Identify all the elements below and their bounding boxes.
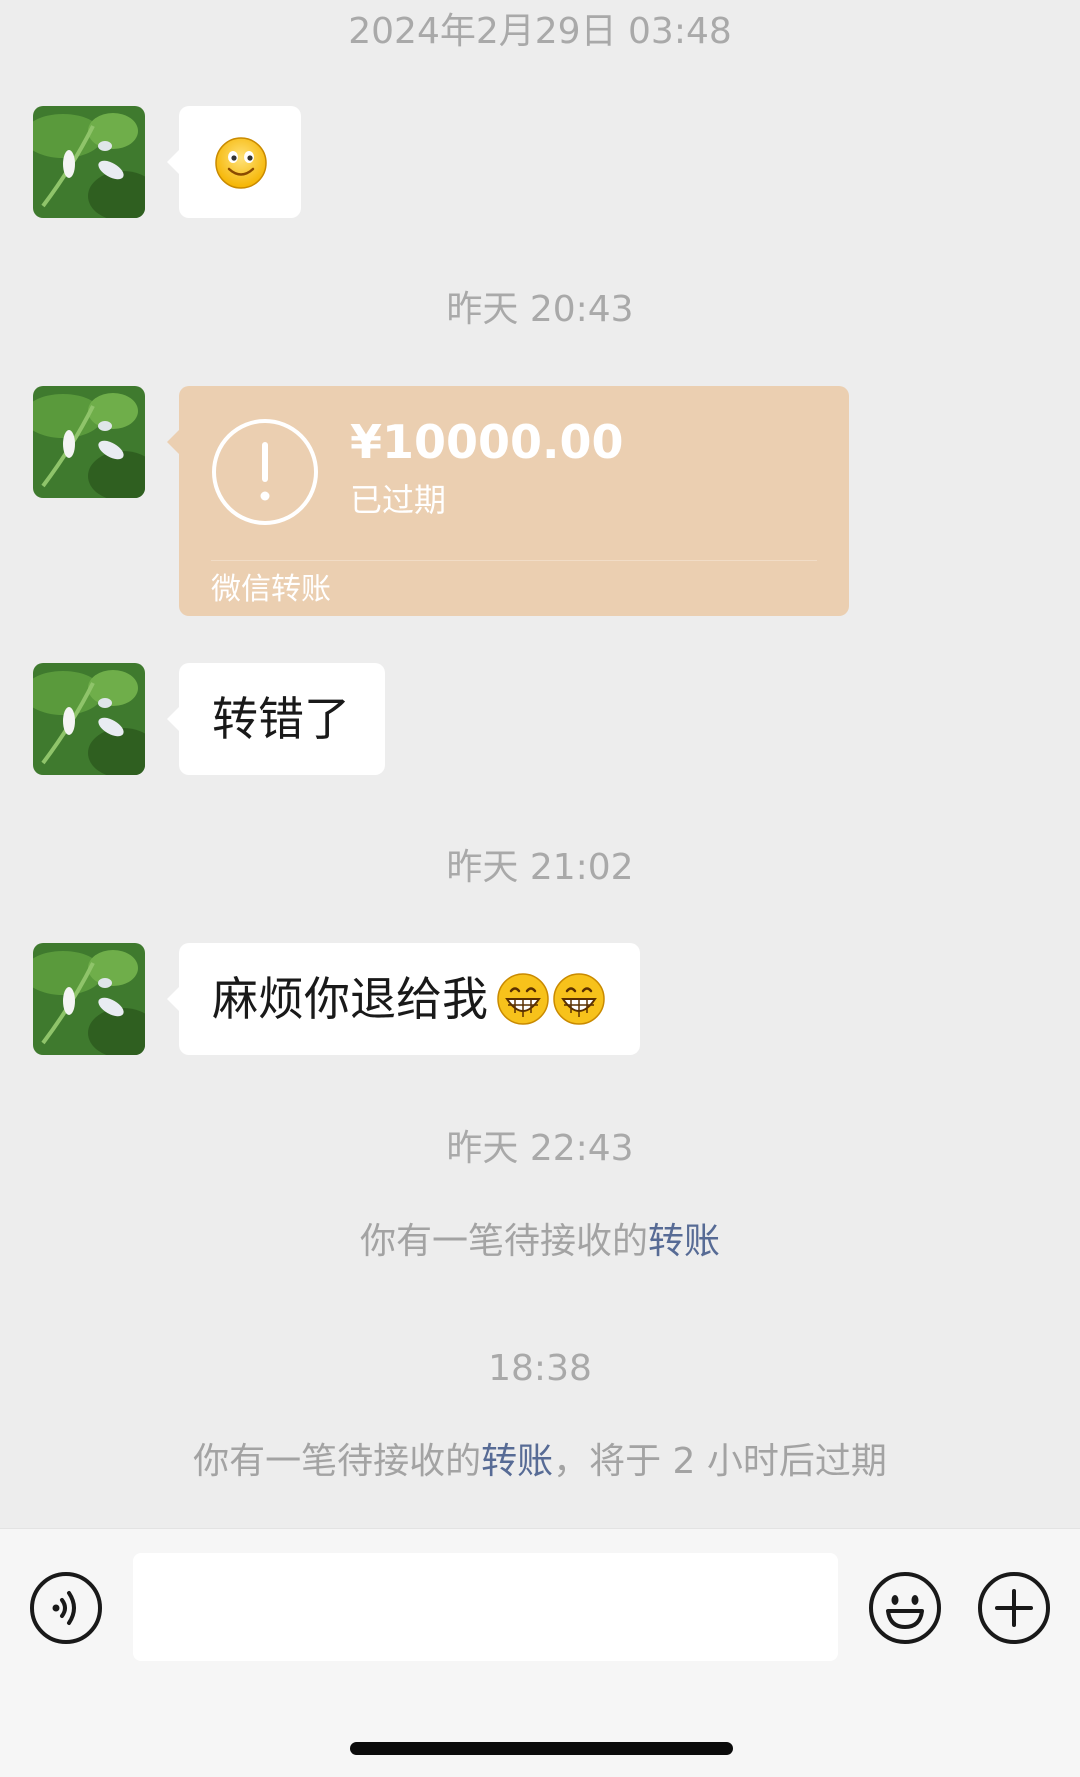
system-notice: 你有一笔待接收的转账，将于 2 小时后过期: [0, 1440, 1080, 1484]
emoji-icon: [869, 1572, 941, 1644]
message-bubble[interactable]: [167, 106, 301, 218]
avatar[interactable]: [33, 663, 145, 775]
system-notice: 你有一笔待接收的转账: [0, 1220, 1080, 1264]
smile-emoji-icon: [215, 137, 267, 189]
message-input[interactable]: [133, 1553, 838, 1661]
emoji-button[interactable]: [868, 1571, 942, 1645]
notice-text: ，将于 2 小时后过期: [553, 1441, 887, 1482]
transfer-amount: ¥10000.00: [350, 415, 624, 469]
message-bubble[interactable]: 麻烦你退给我: [167, 943, 640, 1055]
exclamation-icon: [212, 419, 318, 525]
transfer-link[interactable]: 转账: [648, 1221, 720, 1262]
timestamp: 昨天 20:43: [446, 289, 634, 330]
grin-emoji-icon: [497, 973, 549, 1025]
chat-area[interactable]: 2024年2月29日 03:48 昨天 20:43 ¥10000.00 已过期 …: [0, 0, 1080, 1528]
divider: [211, 560, 817, 561]
voice-button[interactable]: [29, 1571, 103, 1645]
home-indicator[interactable]: [350, 1742, 733, 1755]
notice-text: 你有一笔待接收的: [359, 1221, 648, 1262]
avatar[interactable]: [33, 106, 145, 218]
plus-icon: [978, 1572, 1050, 1644]
message-text: 麻烦你退给我: [212, 972, 488, 1026]
message-text: 转错了: [212, 692, 350, 746]
timestamp: 18:38: [488, 1348, 592, 1389]
transfer-card[interactable]: ¥10000.00 已过期 微信转账: [167, 386, 849, 616]
grin-emoji-icon: [553, 973, 605, 1025]
timestamp: 2024年2月29日 03:48: [348, 11, 732, 52]
timestamp: 昨天 21:02: [446, 847, 634, 888]
transfer-label: 微信转账: [211, 572, 331, 607]
transfer-status: 已过期: [350, 481, 447, 519]
avatar[interactable]: [33, 943, 145, 1055]
voice-icon: [30, 1572, 102, 1644]
notice-text: 你有一笔待接收的: [193, 1441, 482, 1482]
avatar[interactable]: [33, 386, 145, 498]
timestamp: 昨天 22:43: [446, 1128, 634, 1169]
transfer-link[interactable]: 转账: [481, 1441, 553, 1482]
message-bubble[interactable]: 转错了: [167, 663, 385, 775]
plus-button[interactable]: [977, 1571, 1051, 1645]
input-bar: [0, 1528, 1080, 1777]
